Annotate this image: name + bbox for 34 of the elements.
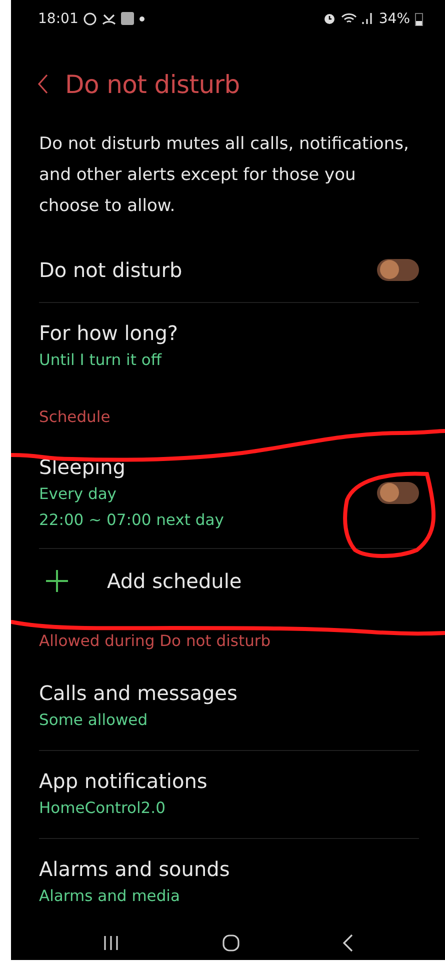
setting-value: Alarms and media [39, 886, 181, 908]
description-text: Do not disturb mutes all calls, notifications, and other alerts except for those you choose to allow. [38, 132, 410, 218]
setting-value: Some allowed [39, 710, 149, 731]
section-header: Allowed during Do not disturb [39, 630, 272, 652]
recent-apps-button[interactable] [102, 934, 120, 952]
toggle-switch[interactable] [377, 258, 419, 281]
missed-call-icon [102, 12, 116, 26]
schedule-detail: Every day [39, 484, 118, 505]
add-schedule-button[interactable]: Add schedule [39, 569, 242, 594]
back-button[interactable] [37, 74, 49, 94]
section-header: Schedule [39, 406, 112, 428]
toggle-switch[interactable] [377, 482, 419, 504]
signal-icon [362, 12, 374, 26]
alarm-icon [322, 12, 336, 26]
setting-value: Until I turn it off [39, 350, 163, 372]
back-nav-button[interactable] [342, 934, 354, 952]
battery-percent: 34% [378, 10, 410, 27]
app-icon [121, 12, 134, 26]
battery-icon [415, 12, 423, 26]
setting-title: Alarms and sounds [39, 856, 230, 884]
schedule-detail: 22:00 ~ 07:00 next day [39, 510, 224, 531]
home-button[interactable] [222, 934, 240, 952]
setting-title: Calls and messages [39, 680, 238, 707]
status-time: 18:01 [38, 10, 78, 27]
setting-title: For how long? [39, 320, 178, 348]
setting-value: HomeControl2.0 [39, 798, 166, 820]
chat-icon [83, 12, 98, 26]
schedule-title: Sleeping [39, 454, 126, 481]
setting-title: App notifications [39, 768, 208, 796]
dot-icon [139, 16, 146, 22]
page-title: Do not disturb [65, 70, 240, 99]
plus-icon [45, 569, 69, 594]
setting-title: Do not disturb [39, 256, 182, 284]
wifi-icon [340, 12, 357, 26]
